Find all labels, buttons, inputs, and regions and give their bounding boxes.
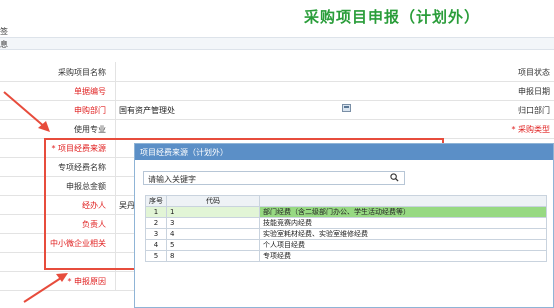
cell-index: 5 xyxy=(145,250,167,262)
cell-code: 4 xyxy=(166,228,260,240)
form-row: 使用专业 * 采购类型 xyxy=(0,119,554,139)
right-field-label: 归口部门 xyxy=(518,106,550,115)
table-header-row: 序号 代码 xyxy=(145,195,547,207)
cell-name: 技能竞赛内经费 xyxy=(259,217,547,229)
right-field-label: 项目状态 xyxy=(518,68,550,77)
field-label: 单据编号 xyxy=(74,87,106,96)
tab-label[interactable]: 签 xyxy=(0,26,8,37)
table-row[interactable]: 2 3 技能竞赛内经费 xyxy=(145,217,547,229)
field-value[interactable] xyxy=(115,81,355,101)
column-header-index: 序号 xyxy=(145,195,167,207)
field-label: 申购部门 xyxy=(74,106,106,115)
lookup-icon[interactable] xyxy=(342,104,351,112)
cell-index: 4 xyxy=(145,239,167,251)
search-placeholder: 请输入关键字 xyxy=(148,175,196,184)
column-header-code: 代码 xyxy=(166,195,260,207)
column-header-name xyxy=(259,195,547,207)
toolbar: 息 xyxy=(0,37,554,50)
field-value[interactable]: 国有资产管理处 xyxy=(115,100,355,120)
cell-name: 个人项目经费 xyxy=(259,239,547,251)
cell-name: 专项经费 xyxy=(259,250,547,262)
toolbar-label: 息 xyxy=(0,40,8,49)
form-row: 采购项目名称 项目状态 xyxy=(0,62,554,82)
search-icon[interactable] xyxy=(390,173,399,182)
table-row[interactable]: 3 4 实验室耗材经费、实验室维修经费 xyxy=(145,228,547,240)
funding-source-table: 序号 代码 1 1 部门经费（含二级部门办公、学生活动经费等） 2 3 技能竞赛内经费 3 4… xyxy=(145,195,547,262)
field-label: 采购项目名称 xyxy=(58,68,106,77)
form-row: 申购部门 国有资产管理处 归口部门 xyxy=(0,100,554,120)
cell-code: 3 xyxy=(166,217,260,229)
dialog-title: 项目经费来源（计划外） xyxy=(135,144,553,160)
table-row[interactable]: 4 5 个人项目经费 xyxy=(145,239,547,251)
cell-code: 5 xyxy=(166,239,260,251)
right-field-label: 申报日期 xyxy=(518,87,550,96)
field-value[interactable] xyxy=(115,119,355,139)
cell-name: 实验室耗材经费、实验室维修经费 xyxy=(259,228,547,240)
table-row[interactable]: 5 8 专项经费 xyxy=(145,250,547,262)
cell-code: 1 xyxy=(166,206,260,218)
field-label: 使用专业 xyxy=(74,125,106,134)
annotation-arrow-icon xyxy=(3,91,50,132)
right-field-label: * 采购类型 xyxy=(511,125,550,134)
page-title: 采购项目申报（计划外） xyxy=(303,8,480,26)
cell-index: 1 xyxy=(145,206,167,218)
cell-index: 2 xyxy=(145,217,167,229)
field-value[interactable] xyxy=(115,62,355,82)
funding-source-dialog: 项目经费来源（计划外） 请输入关键字 序号 代码 1 1 部门经费（含二级部门办公、… xyxy=(134,143,554,308)
search-input[interactable]: 请输入关键字 xyxy=(143,171,405,185)
cell-name: 部门经费（含二级部门办公、学生活动经费等） xyxy=(259,206,547,218)
form-row: 单据编号 申报日期 xyxy=(0,81,554,101)
tab-bar: 签 xyxy=(0,26,554,37)
field-label: * 申报原因 xyxy=(67,277,106,286)
cell-index: 3 xyxy=(145,228,167,240)
table-row[interactable]: 1 1 部门经费（含二级部门办公、学生活动经费等） xyxy=(145,206,547,218)
cell-code: 8 xyxy=(166,250,260,262)
annotation-arrow-icon xyxy=(23,273,68,303)
